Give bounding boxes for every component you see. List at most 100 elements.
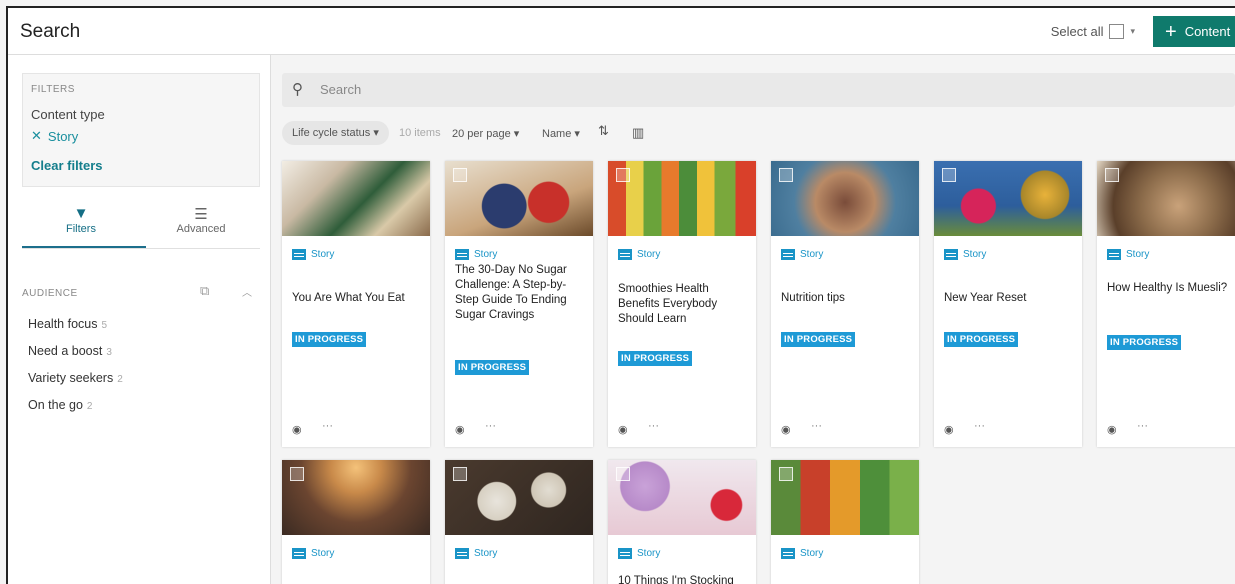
card-type-label: Story (311, 249, 335, 260)
status-badge: IN PROGRESS (944, 332, 1019, 347)
app-window: Search Select all ▾ + Content FILTERS Co… (6, 6, 1235, 584)
audience-item[interactable]: Need a boost 3 (28, 344, 123, 371)
more-options-icon[interactable]: ··· (811, 420, 822, 432)
card-title[interactable]: You Are What You Eat (292, 291, 420, 306)
card-title[interactable]: The 30-Day No Sugar Challenge: A Step-by… (455, 263, 583, 323)
close-icon[interactable]: ✕ (31, 128, 42, 144)
audience-item-label: On the go (28, 398, 83, 412)
content-card[interactable]: Story The 30-Day No Sugar Challenge: A S… (445, 161, 593, 447)
card-type-label: Story (311, 548, 335, 559)
add-content-button[interactable]: + Content (1153, 16, 1235, 47)
filter-panel: FILTERS Content type ✕ Story Clear filte… (8, 55, 271, 584)
audience-item[interactable]: Variety seekers 2 (28, 371, 123, 398)
sort-direction-icon[interactable]: ⇅ (598, 123, 609, 139)
audience-item[interactable]: On the go 2 (28, 398, 123, 425)
per-page-dropdown[interactable]: 20 per page ▾ (452, 127, 519, 140)
filter-tabs: ▼ Filters ☰ Advanced (22, 205, 260, 249)
card-type: Story (618, 249, 660, 260)
content-card[interactable]: Story Smoothies Health Benefits Everybod… (608, 161, 756, 447)
sliders-icon: ☰ (194, 206, 208, 223)
audience-item[interactable]: Health focus 5 (28, 317, 123, 344)
status-badge: IN PROGRESS (781, 332, 856, 347)
card-checkbox[interactable] (1105, 168, 1119, 182)
more-options-icon[interactable]: ··· (974, 420, 985, 432)
lifecycle-status-dropdown[interactable]: Life cycle status ▾ (282, 121, 389, 145)
card-image (282, 460, 430, 535)
sort-dropdown[interactable]: Name ▾ (542, 127, 580, 140)
story-icon (618, 249, 632, 260)
status-badge: IN PROGRESS (1107, 335, 1182, 350)
external-link-icon[interactable]: ⧉ (200, 283, 209, 299)
content-card[interactable]: Story (771, 460, 919, 584)
card-checkbox[interactable] (779, 168, 793, 182)
tab-filters-label: Filters (66, 223, 96, 235)
card-type-label: Story (474, 249, 498, 260)
content-card[interactable]: Story You Are What You Eat IN PROGRESS ◉… (282, 161, 430, 447)
preview-eye-icon[interactable]: ◉ (781, 423, 791, 436)
card-type: Story (455, 548, 497, 559)
tab-advanced[interactable]: ☰ Advanced (142, 205, 260, 235)
select-all-checkbox[interactable] (1109, 24, 1125, 39)
story-icon (618, 548, 632, 559)
card-checkbox[interactable] (616, 168, 630, 182)
content-card[interactable]: Story New Year Reset IN PROGRESS ◉ ··· (934, 161, 1082, 447)
card-type: Story (781, 548, 823, 559)
card-title[interactable]: Nutrition tips (781, 291, 909, 306)
search-icon: ⚲ (292, 81, 303, 98)
tab-filters[interactable]: ▼ Filters (22, 205, 140, 235)
audience-item-label: Need a boost (28, 344, 103, 358)
preview-eye-icon[interactable]: ◉ (1107, 423, 1117, 436)
more-options-icon[interactable]: ··· (648, 420, 659, 432)
card-title[interactable]: 10 Things I'm Stocking (618, 574, 746, 584)
card-checkbox[interactable] (779, 467, 793, 481)
search-input[interactable]: ⚲ Search (282, 73, 1235, 107)
card-title[interactable]: New Year Reset (944, 291, 1072, 306)
tab-divider (22, 248, 260, 249)
card-checkbox[interactable] (616, 467, 630, 481)
card-type: Story (292, 548, 334, 559)
card-checkbox[interactable] (290, 467, 304, 481)
content-card[interactable]: Story (282, 460, 430, 584)
audience-item-label: Variety seekers (28, 371, 114, 385)
card-checkbox[interactable] (942, 168, 956, 182)
content-card[interactable]: Story Nutrition tips IN PROGRESS ◉ ··· (771, 161, 919, 447)
story-filter-chip[interactable]: ✕ Story (31, 128, 251, 144)
tab-advanced-label: Advanced (176, 223, 226, 235)
card-title[interactable]: Smoothies Health Benefits Everybody Shou… (618, 282, 746, 327)
content-card[interactable]: Story 10 Things I'm Stocking (608, 460, 756, 584)
grid-view-icon[interactable]: ▥ (632, 125, 644, 141)
story-icon (292, 249, 306, 260)
more-options-icon[interactable]: ··· (322, 420, 333, 432)
card-image (445, 460, 593, 535)
results-toolbar: Life cycle status ▾ 10 items 20 per page… (282, 121, 1235, 147)
card-title[interactable]: How Healthy Is Muesli? (1107, 281, 1235, 296)
preview-eye-icon[interactable]: ◉ (292, 423, 302, 436)
preview-eye-icon[interactable]: ◉ (455, 423, 465, 436)
card-type: Story (944, 249, 986, 260)
page-title: Search (20, 21, 81, 42)
card-image (771, 161, 919, 236)
audience-heading: AUDIENCE (22, 288, 78, 299)
content-card[interactable]: Story (445, 460, 593, 584)
more-options-icon[interactable]: ··· (1137, 420, 1148, 432)
select-all-control[interactable]: Select all ▾ (1051, 24, 1135, 39)
card-image (771, 460, 919, 535)
card-checkbox[interactable] (453, 467, 467, 481)
preview-eye-icon[interactable]: ◉ (618, 423, 628, 436)
preview-eye-icon[interactable]: ◉ (944, 423, 954, 436)
more-options-icon[interactable]: ··· (485, 420, 496, 432)
card-type-label: Story (474, 548, 498, 559)
card-type: Story (781, 249, 823, 260)
plus-icon: + (1165, 20, 1177, 43)
chevron-up-icon[interactable]: ︿ (242, 284, 252, 299)
card-image (445, 161, 593, 236)
lifecycle-label: Life cycle status (292, 127, 371, 139)
active-filters: FILTERS Content type ✕ Story Clear filte… (22, 73, 260, 187)
chevron-down-icon[interactable]: ▾ (1130, 26, 1135, 37)
audience-item-label: Health focus (28, 317, 98, 331)
card-image (934, 161, 1082, 236)
content-card[interactable]: Story How Healthy Is Muesli? IN PROGRESS… (1097, 161, 1235, 447)
status-badge: IN PROGRESS (292, 332, 367, 347)
card-checkbox[interactable] (453, 168, 467, 182)
clear-filters-link[interactable]: Clear filters (31, 158, 251, 173)
